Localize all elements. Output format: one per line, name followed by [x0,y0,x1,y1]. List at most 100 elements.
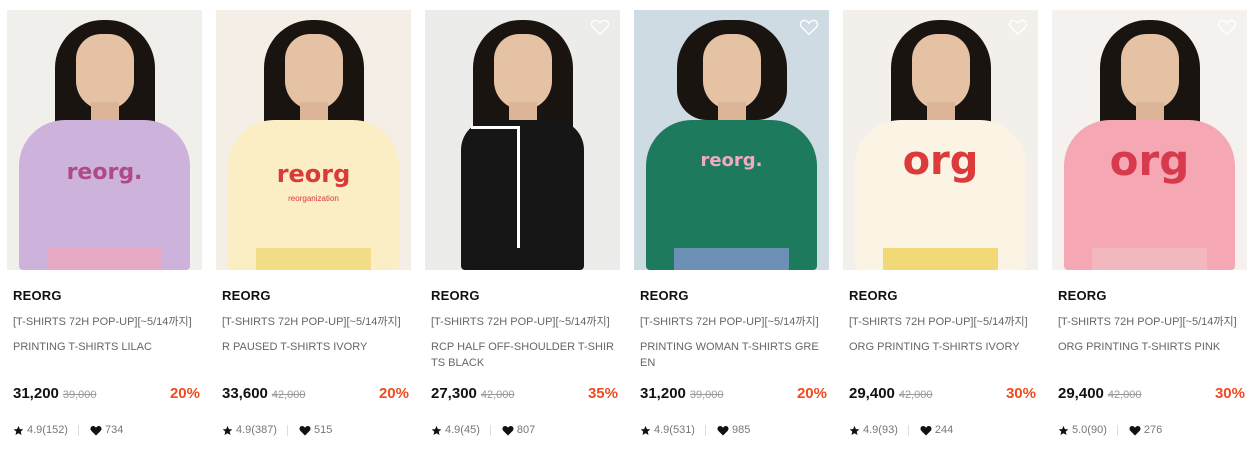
wishlist-heart-icon[interactable] [590,18,610,36]
star-icon [849,425,860,435]
divider [1116,424,1118,436]
product-card[interactable]: REORG [T-SHIRTS 72H POP-UP][~5/14까지] RCP… [425,10,620,460]
product-image[interactable] [425,10,620,270]
model-bottom [256,248,371,270]
product-name[interactable]: RCP HALF OFF-SHOULDER T-SHIRTS BLACK [425,339,620,371]
product-grid: reorg. REORG [T-SHIRTS 72H POP-UP][~5/14… [0,0,1257,468]
divider [704,424,706,436]
brand-name[interactable]: REORG [216,288,411,303]
original-price: 42,000 [480,389,515,401]
rating: 5.0(90) [1072,424,1107,436]
model-face [493,34,552,110]
divider [77,424,79,436]
like-count: 985 [731,424,751,436]
discount-rate: 20% [796,385,827,402]
original-price: 42,000 [1107,389,1142,401]
like-count: 515 [313,424,333,436]
divider [907,424,909,436]
shirt-print: reorg. [66,160,143,185]
original-price: 39,000 [62,389,97,401]
brand-name[interactable]: REORG [7,288,202,303]
product-card[interactable]: reorg. REORG [T-SHIRTS 72H POP-UP][~5/14… [7,10,202,460]
promo-label: [T-SHIRTS 72H POP-UP][~5/14까지] [222,316,401,328]
meta-row: 5.0(90) 276 [1058,422,1247,438]
meta-row: 4.9(531) 985 [640,422,829,438]
brand-name[interactable]: REORG [425,288,620,303]
heart-filled-icon [90,425,102,435]
shirt-print: org [1109,136,1190,185]
price-row: 33,600 42,000 20% [222,385,409,405]
discount-rate: 35% [587,385,618,402]
model-bottom [674,248,789,270]
model-bottom [1092,248,1207,270]
shirt-print: reorg. [700,150,763,171]
product-image[interactable]: reorg reorganization [216,10,411,270]
rating: 4.9(45) [445,424,480,436]
discount-rate: 20% [378,385,409,402]
price-row: 31,200 39,000 20% [640,385,827,405]
product-card[interactable]: org REORG [T-SHIRTS 72H POP-UP][~5/14까지]… [843,10,1038,460]
rating: 4.9(93) [863,424,898,436]
star-icon [640,425,651,435]
promo-label: [T-SHIRTS 72H POP-UP][~5/14까지] [849,316,1028,328]
like-count: 807 [516,424,536,436]
discount-rate: 20% [169,385,200,402]
heart-filled-icon [299,425,311,435]
product-image[interactable]: reorg. [634,10,829,270]
like-count: 734 [104,424,124,436]
model-face [284,34,343,110]
model-bottom [883,248,998,270]
meta-row: 4.9(387) 515 [222,422,411,438]
star-icon [13,425,24,435]
heart-filled-icon [502,425,514,435]
model-face [911,34,970,110]
sale-price: 29,400 [849,385,895,402]
product-name[interactable]: ORG PRINTING T-SHIRTS IVORY [843,339,1038,371]
wishlist-heart-icon[interactable] [799,18,819,36]
star-icon [222,425,233,435]
discount-rate: 30% [1214,385,1245,402]
model-face [75,34,134,110]
original-price: 39,000 [689,389,724,401]
model-face [702,34,761,110]
divider [286,424,288,436]
original-price: 42,000 [898,389,933,401]
product-image[interactable]: reorg. [7,10,202,270]
rating: 4.9(531) [654,424,695,436]
heart-filled-icon [920,425,932,435]
price-row: 29,400 42,000 30% [1058,385,1245,405]
wishlist-heart-icon[interactable] [1217,18,1237,36]
product-name[interactable]: PRINTING T-SHIRTS LILAC [7,339,202,371]
product-image[interactable]: org [843,10,1038,270]
rating: 4.9(387) [236,424,277,436]
sale-price: 31,200 [640,385,686,402]
promo-label: [T-SHIRTS 72H POP-UP][~5/14까지] [13,316,192,328]
shirt-print-sub: reorganization [288,194,339,203]
product-name[interactable]: PRINTING WOMAN T-SHIRTS GREEN [634,339,829,371]
product-name[interactable]: ORG PRINTING T-SHIRTS PINK [1052,339,1247,371]
product-card[interactable]: reorg reorganization REORG [T-SHIRTS 72H… [216,10,411,460]
wishlist-heart-icon[interactable] [1008,18,1028,36]
brand-name[interactable]: REORG [1052,288,1247,303]
shirt-trim [517,126,520,254]
price-row: 29,400 42,000 30% [849,385,1036,405]
price-row: 27,300 42,000 35% [431,385,618,405]
product-card[interactable]: reorg. REORG [T-SHIRTS 72H POP-UP][~5/14… [634,10,829,460]
promo-label: [T-SHIRTS 72H POP-UP][~5/14까지] [431,316,610,328]
meta-row: 4.9(45) 807 [431,422,620,438]
like-count: 244 [934,424,954,436]
product-image[interactable]: org [1052,10,1247,270]
like-count: 276 [1143,424,1163,436]
product-card[interactable]: org REORG [T-SHIRTS 72H POP-UP][~5/14까지]… [1052,10,1247,460]
heart-filled-icon [1129,425,1141,435]
original-price: 42,000 [271,389,306,401]
price-row: 31,200 39,000 20% [13,385,200,405]
star-icon [1058,425,1069,435]
model-face [1120,34,1179,110]
product-name[interactable]: R PAUSED T-SHIRTS IVORY [216,339,411,371]
shirt-neckline [471,126,520,129]
model-bottom [47,248,162,270]
brand-name[interactable]: REORG [634,288,829,303]
brand-name[interactable]: REORG [843,288,1038,303]
heart-filled-icon [717,425,729,435]
